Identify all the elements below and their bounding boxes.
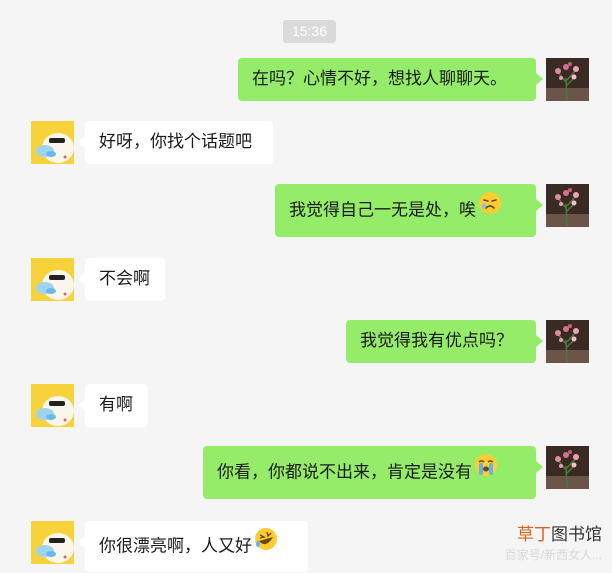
message-bubble-sent[interactable]: 我觉得我有优点吗？ [346,320,543,363]
my-avatar[interactable] [546,58,589,101]
watermark-brand: 草丁图书馆 [505,525,602,545]
message-text: 你很漂亮啊，人又好 [99,536,252,557]
message-text: 我觉得自己一无是处，唉 [289,200,476,221]
message-text: 不会啊 [99,269,150,289]
friend-avatar[interactable] [31,384,74,427]
cartoon-face-icon [31,121,74,164]
message-text: 好呀，你找个话题吧 [99,132,252,152]
flower-photo-icon [546,184,589,227]
message-text: 你看，你都说不出来，肯定是没有 [217,462,472,483]
crying-face-emoji-icon [474,446,498,499]
watermark-subtitle: 百家号/新西女人... [504,548,602,562]
message-bubble-sent[interactable]: 我觉得自己一无是处，唉 [275,184,543,237]
friend-avatar[interactable] [31,521,74,564]
watermark: 草丁图书馆 百家号/新西女人... [505,525,602,563]
message-bubble-received[interactable]: 好呀，你找个话题吧 [78,121,273,164]
message-bubble-received[interactable]: 有啊 [78,384,148,427]
rolling-laughing-emoji-icon [254,521,278,572]
cartoon-face-icon [31,384,74,427]
friend-avatar[interactable] [31,121,74,164]
flower-photo-icon [546,446,589,489]
my-avatar[interactable] [546,184,589,227]
message-text: 有啊 [99,395,133,415]
cartoon-face-icon [31,521,74,564]
flower-photo-icon [546,58,589,101]
message-bubble-received[interactable]: 你很漂亮啊，人又好 [78,521,308,572]
friend-avatar[interactable] [31,258,74,301]
chat-timestamp: 15:36 [283,20,336,43]
my-avatar[interactable] [546,446,589,489]
message-text: 在吗？心情不好，想找人聊聊天。 [252,69,507,89]
my-avatar[interactable] [546,320,589,363]
message-bubble-received[interactable]: 不会啊 [78,258,165,301]
message-text: 我觉得我有优点吗？ [360,331,513,351]
flower-photo-icon [546,320,589,363]
cartoon-face-icon [31,258,74,301]
sad-face-emoji-icon [478,184,502,237]
watermark-brand-part1: 草丁 [517,525,551,544]
message-bubble-sent[interactable]: 你看，你都说不出来，肯定是没有 [203,446,543,499]
watermark-brand-part2: 图书馆 [551,525,602,544]
message-bubble-sent[interactable]: 在吗？心情不好，想找人聊聊天。 [238,58,543,101]
